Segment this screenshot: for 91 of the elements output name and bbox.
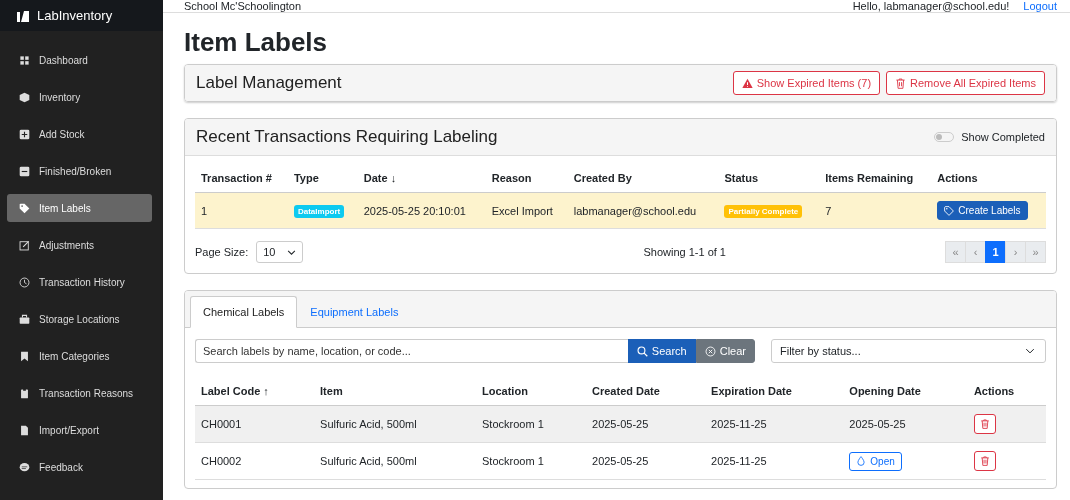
logout-link[interactable]: Logout [1023, 0, 1057, 12]
tab[interactable]: Chemical Labels [190, 296, 298, 328]
grid-icon [19, 54, 30, 66]
table-cell: 2025-05-25 [586, 442, 706, 480]
sidebar-item[interactable]: Storage Locations [7, 305, 152, 333]
column-header: Created By [567, 164, 719, 193]
droplet-icon [856, 456, 867, 466]
badge: Partially Complete [724, 204, 803, 218]
table-cell: labmanager@school.edu [567, 192, 719, 229]
column-header: Opening Date [843, 377, 968, 406]
column-header: Item [314, 377, 477, 406]
table-cell: 1 [195, 192, 288, 229]
column-header: Actions [967, 377, 1046, 406]
column-header: Status [718, 164, 820, 193]
showing-text: Showing 1-1 of 1 [643, 246, 726, 258]
search-field[interactable]: Search labels by name, location, or code... [195, 339, 628, 363]
table-cell: 2025-05-25 [843, 405, 968, 443]
toolbox-icon [19, 313, 30, 325]
circle-x-icon [704, 345, 716, 357]
trash-icon [895, 77, 907, 89]
tab[interactable]: Equipment Labels [297, 296, 412, 328]
table-cell: 7 [819, 192, 932, 229]
greeting-text: Hello, labmanager@school.edu! [852, 0, 1010, 12]
box-icon [19, 91, 30, 103]
sidebar-item[interactable]: Dashboard [7, 46, 152, 74]
sidebar-item[interactable]: Feedback [7, 453, 152, 481]
table-cell: Stockroom 1 [476, 405, 586, 443]
sidebar-item[interactable]: Item Labels [7, 194, 152, 222]
table-cell: 2025-11-25 [705, 405, 844, 443]
column-header: Expiration Date [705, 377, 844, 406]
sidebar-item[interactable]: Add Stock [7, 120, 152, 148]
create-labels-button[interactable]: Create Labels [937, 201, 1028, 220]
sidebar-item[interactable]: Inventory [7, 83, 152, 111]
sidebar-item[interactable]: Finished/Broken [7, 157, 152, 185]
app-name: LabInventory [37, 8, 113, 23]
minus-square-icon [19, 165, 30, 177]
trash-icon [979, 456, 990, 466]
tag-icon [944, 205, 955, 216]
chevron-down-icon [287, 247, 297, 257]
column-header: Transaction # [195, 164, 288, 193]
sidebar-item[interactable]: Item Categories [7, 342, 152, 370]
warning-icon [741, 77, 753, 89]
column-header[interactable]: Label Code ↑ [195, 377, 315, 406]
chat-icon [19, 461, 30, 473]
page-size-select[interactable]: 10 [256, 241, 304, 263]
clock-icon [19, 276, 30, 288]
column-header[interactable]: Date ↓ [357, 164, 486, 193]
pencil-square-icon [19, 239, 30, 251]
table-cell: 2025-11-25 [705, 442, 844, 480]
tag-icon [19, 202, 30, 214]
column-header: Items Remaining [819, 164, 932, 193]
column-header: Created Date [586, 377, 706, 406]
sidebar-item[interactable]: Transaction History [7, 268, 152, 296]
open-button[interactable]: Open [849, 451, 902, 471]
search-icon [636, 345, 648, 357]
toggle-switch[interactable]: Show Completed [934, 131, 1045, 143]
column-header: Reason [485, 164, 568, 193]
table-cell: Excel Import [485, 192, 568, 229]
page-button[interactable]: 1 [985, 241, 1006, 263]
badge: DataImport [293, 204, 345, 218]
page-title: Item Labels [184, 27, 329, 58]
table-cell: CH0001 [195, 405, 315, 443]
table-cell: CH0002 [195, 442, 315, 480]
page-size-label: Page Size: [195, 246, 249, 258]
clear-button[interactable]: Clear [695, 339, 755, 363]
table-cell: Stockroom 1 [476, 442, 586, 480]
school-name: School Mc'Schoolington [184, 0, 302, 12]
table-cell: 2025-05-25 20:10:01 [357, 192, 486, 229]
table-cell: Sulfuric Acid, 500ml [314, 442, 477, 480]
sidebar-item[interactable]: Adjustments [7, 231, 152, 259]
card-title: Recent Transactions Requiring Labeling [196, 127, 498, 147]
file-icon [19, 424, 30, 436]
table-cell: 2025-05-25 [586, 405, 706, 443]
column-header: Location [476, 377, 586, 406]
sidebar-item[interactable]: Import/Export [7, 416, 152, 444]
column-header: Type [287, 164, 358, 193]
button[interactable]: Show Expired Items (7) [732, 71, 881, 95]
delete-button[interactable] [973, 414, 996, 434]
search-button[interactable]: Search [627, 339, 696, 363]
sidebar-item[interactable]: Transaction Reasons [7, 379, 152, 407]
plus-square-icon [19, 128, 30, 140]
column-header: Actions [931, 164, 1046, 193]
bookmark-icon [19, 350, 30, 362]
button[interactable]: Remove All Expired Items [886, 71, 1045, 95]
status-filter-select[interactable]: Filter by status... [771, 339, 1046, 363]
trash-icon [979, 419, 990, 429]
card-title: Label Management [196, 73, 342, 93]
chevron-down-icon [1025, 346, 1035, 356]
delete-button[interactable] [973, 451, 996, 471]
table-cell: Sulfuric Acid, 500ml [314, 405, 477, 443]
clipboard-icon [19, 387, 30, 399]
